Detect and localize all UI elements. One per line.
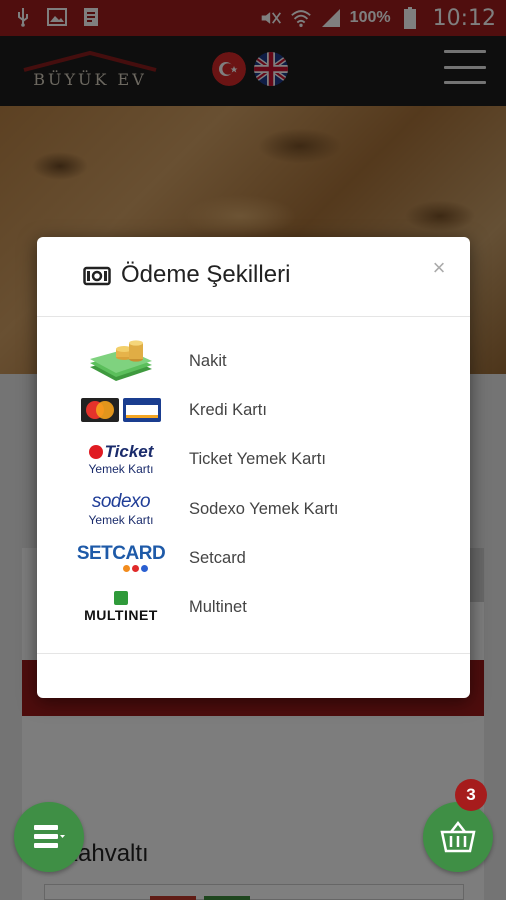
setcard-logo: SETCARD	[76, 536, 166, 580]
payment-method-sodexo: sodexo Yemek Kartı Sodexo Yemek Kartı	[37, 485, 470, 534]
category-menu-button[interactable]	[14, 802, 84, 872]
cart-count-badge: 3	[455, 779, 487, 811]
payment-method-cash: Nakit	[37, 337, 470, 386]
credit-cards-logo	[79, 388, 163, 432]
payment-method-label: Setcard	[189, 548, 246, 567]
payment-method-credit-card: Kredi Kartı	[37, 386, 470, 435]
setcard-logo-text: SETCARD	[76, 543, 166, 565]
basket-icon	[440, 820, 476, 853]
ticket-logo: Ticket Yemek Kartı	[79, 437, 163, 481]
modal-title: Ödeme Şekilleri	[121, 261, 291, 288]
payment-method-setcard: SETCARD Setcard	[37, 534, 470, 583]
ticket-logo-subtext: Yemek Kartı	[88, 462, 154, 477]
sodexo-logo: sodexo Yemek Kartı	[79, 487, 163, 531]
close-icon[interactable]: ×	[428, 257, 450, 279]
multinet-mark-icon	[114, 590, 128, 605]
cart-button[interactable]	[423, 802, 493, 872]
sodexo-logo-text: sodexo	[91, 490, 151, 512]
setcard-dots-icon	[122, 565, 148, 573]
list-icon	[34, 825, 65, 848]
payment-methods-modal: Ödeme Şekilleri × Nakit Kredi Kartı Tick…	[37, 237, 470, 698]
modal-header: Ödeme Şekilleri ×	[37, 237, 470, 317]
multinet-logo-text: MULTINET	[84, 606, 158, 623]
money-icon	[83, 266, 111, 286]
ticket-dot-icon	[88, 445, 103, 460]
payment-method-label: Multinet	[189, 597, 247, 616]
payment-method-label: Ticket Yemek Kartı	[189, 450, 326, 469]
modal-footer	[37, 653, 470, 698]
payment-method-label: Sodexo Yemek Kartı	[189, 499, 339, 518]
sodexo-logo-subtext: Yemek Kartı	[88, 512, 154, 527]
payment-method-multinet: MULTINET Multinet	[37, 583, 470, 632]
ticket-logo-text: Ticket	[104, 442, 154, 462]
payment-method-label: Nakit	[189, 352, 227, 370]
payment-method-label: Kredi Kartı	[189, 401, 267, 420]
cash-money-icon	[79, 339, 163, 383]
payment-methods-list: Nakit Kredi Kartı Ticket Yemek Kartı Tic…	[37, 337, 470, 632]
payment-method-ticket: Ticket Yemek Kartı Ticket Yemek Kartı	[37, 435, 470, 484]
multinet-logo: MULTINET	[79, 585, 163, 629]
